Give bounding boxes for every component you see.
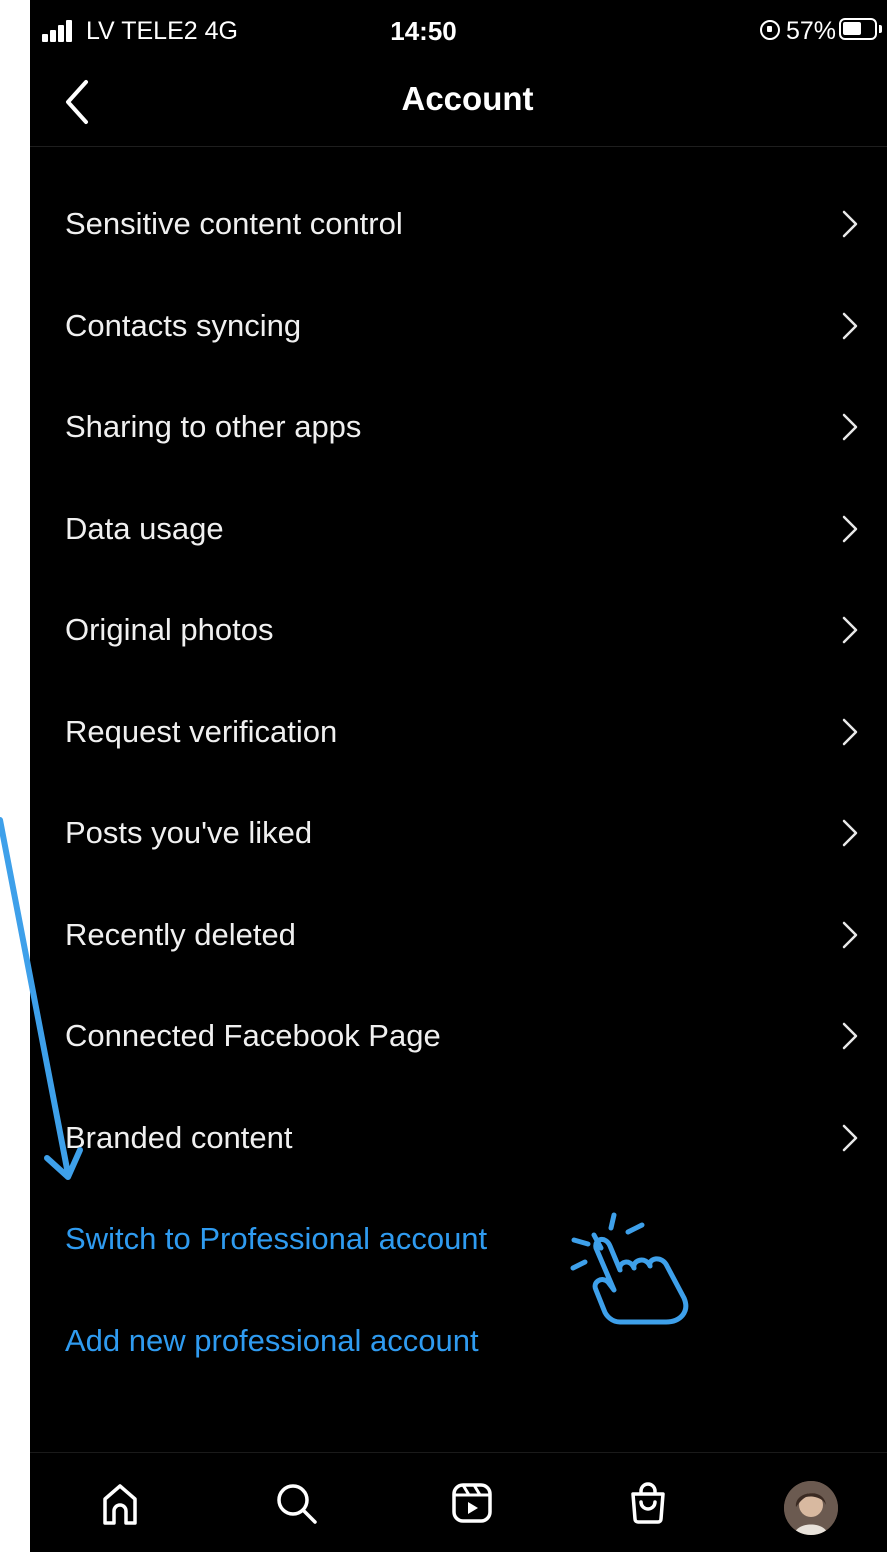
home-icon xyxy=(103,1484,137,1525)
settings-item-request-verification[interactable]: Request verification xyxy=(30,680,887,782)
switch-to-professional-link[interactable]: Switch to Professional account xyxy=(30,1187,887,1289)
chevron-right-icon xyxy=(842,1124,858,1151)
settings-item-connected-facebook[interactable]: Connected Facebook Page xyxy=(30,984,887,1086)
page-title: Account xyxy=(30,80,887,118)
reels-icon xyxy=(452,1483,492,1523)
settings-item-label: Sharing to other apps xyxy=(65,409,362,444)
nav-reels[interactable] xyxy=(444,1475,500,1531)
chevron-right-icon xyxy=(842,1022,858,1050)
phone-screen: LV TELE2 4G 14:50 57% Account Sensitive … xyxy=(30,0,887,1552)
settings-item-posts-liked[interactable]: Posts you've liked xyxy=(30,781,887,883)
avatar[interactable] xyxy=(784,1481,838,1535)
clock-text: 14:50 xyxy=(390,16,457,46)
profile-avatar-image xyxy=(784,1481,838,1535)
nav-search[interactable] xyxy=(268,1475,324,1531)
battery-icon xyxy=(839,18,882,40)
settings-item-data-usage[interactable]: Data usage xyxy=(30,477,887,579)
settings-item-label: Sensitive content control xyxy=(65,206,403,241)
settings-item-label: Posts you've liked xyxy=(65,815,313,850)
settings-list: Sensitive content control Contacts synci… xyxy=(30,172,887,1390)
navigation-header: Account xyxy=(30,62,887,147)
chevron-right-icon xyxy=(842,819,858,847)
switch-to-professional-label: Switch to Professional account xyxy=(65,1221,488,1256)
settings-item-sharing[interactable]: Sharing to other apps xyxy=(30,375,887,477)
settings-item-label: Connected Facebook Page xyxy=(65,1018,441,1053)
add-professional-account-label: Add new professional account xyxy=(65,1322,479,1358)
clock: 14:50 xyxy=(30,16,887,47)
settings-item-recently-deleted[interactable]: Recently deleted xyxy=(30,883,887,985)
settings-item-label: Request verification xyxy=(65,713,338,749)
settings-item-branded-content[interactable]: Branded content xyxy=(30,1086,887,1188)
page-title-text: Account xyxy=(401,80,534,117)
nav-shop[interactable] xyxy=(620,1475,676,1531)
settings-item-label: Branded content xyxy=(65,1119,293,1155)
shop-icon xyxy=(631,1482,665,1524)
settings-item-original-photos[interactable]: Original photos xyxy=(30,578,887,680)
settings-item-label: Contacts syncing xyxy=(65,307,302,343)
settings-item-contacts-syncing[interactable]: Contacts syncing xyxy=(30,274,887,376)
battery-percent: 57% xyxy=(786,17,837,45)
search-icon xyxy=(277,1484,317,1524)
rotation-lock-icon xyxy=(760,20,780,40)
chevron-right-icon xyxy=(842,616,858,644)
chevron-right-icon xyxy=(842,210,858,238)
add-professional-account-link[interactable]: Add new professional account xyxy=(30,1289,887,1391)
status-bar: LV TELE2 4G 14:50 57% xyxy=(30,0,887,62)
chevron-right-icon xyxy=(842,312,858,339)
chevron-right-icon xyxy=(842,515,858,542)
settings-item-label: Original photos xyxy=(65,612,274,647)
chevron-right-icon xyxy=(842,718,858,745)
bottom-navigation xyxy=(30,1452,887,1552)
chevron-right-icon xyxy=(842,921,858,948)
settings-item-label: Recently deleted xyxy=(65,916,296,952)
settings-item-label: Data usage xyxy=(65,510,224,546)
settings-item-sensitive-content[interactable]: Sensitive content control xyxy=(30,172,887,274)
nav-home[interactable] xyxy=(92,1475,148,1531)
chevron-right-icon xyxy=(842,413,858,441)
